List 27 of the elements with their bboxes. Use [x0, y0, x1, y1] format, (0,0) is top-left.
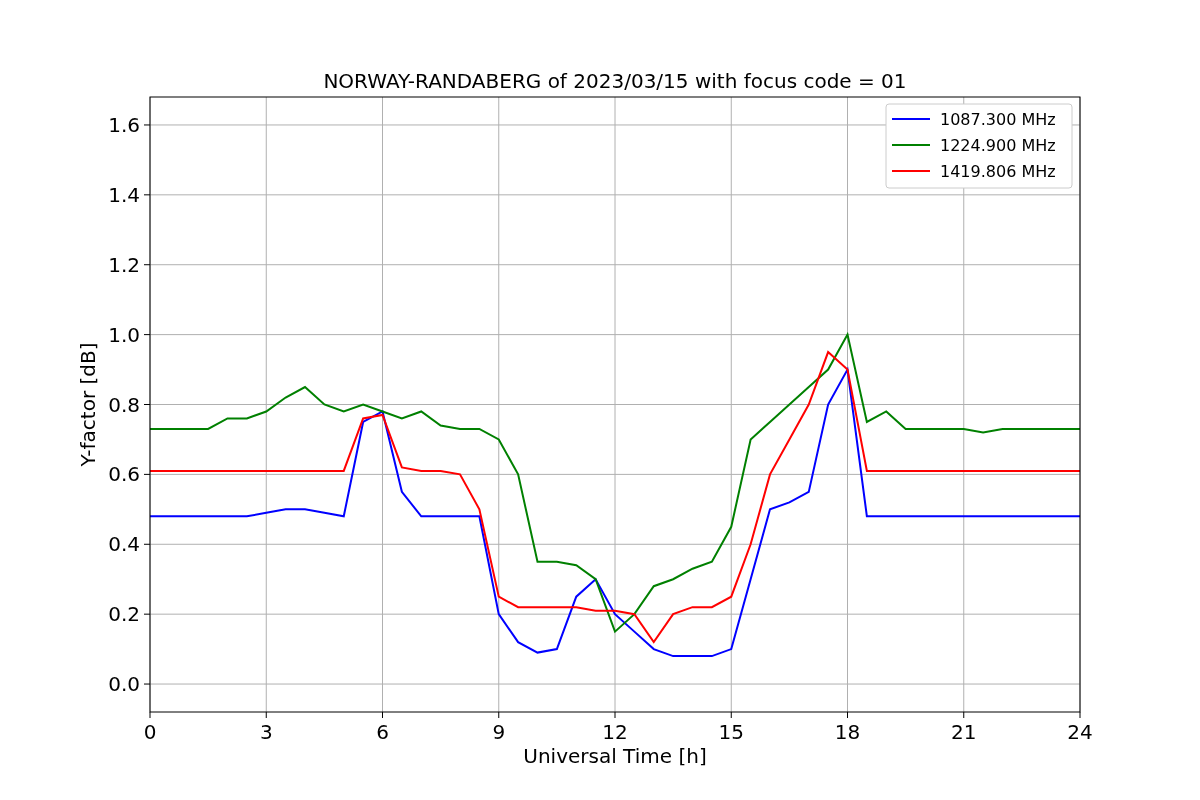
x-tick-label: 3 — [259, 720, 273, 744]
y-tick-label: 0.0 — [108, 672, 140, 697]
x-tick-label: 9 — [492, 720, 506, 744]
y-tick-label: 0.2 — [108, 602, 140, 627]
y-tick-label: 0.8 — [108, 392, 140, 417]
x-tick-label: 18 — [834, 720, 861, 744]
x-tick-label: 21 — [951, 720, 977, 744]
x-axis-label: Universal Time [h] — [523, 744, 707, 768]
legend-line — [891, 170, 931, 172]
chart-title: NORWAY-RANDABERG of 2023/03/15 with focus code = 01 — [323, 69, 907, 93]
x-tick-label: 24 — [1067, 720, 1093, 744]
y-tick-label: 0.6 — [108, 462, 140, 487]
legend-label: 1224.900 MHz — [940, 136, 1056, 155]
legend-label: 1419.806 MHz — [940, 162, 1056, 181]
y-tick-label: 0.4 — [108, 532, 140, 557]
y-axis-label: Y-factor [dB] — [76, 342, 100, 467]
y-tick-label: 1.6 — [108, 112, 140, 137]
x-tick-label: 15 — [718, 720, 744, 744]
legend-line — [891, 144, 931, 146]
x-tick-label: 6 — [376, 720, 389, 744]
x-tick-label: 0 — [143, 720, 157, 744]
y-tick-label: 1.4 — [108, 182, 140, 207]
x-tick-label: 12 — [602, 720, 628, 744]
legend-line — [891, 118, 931, 120]
y-tick-label: 1.0 — [108, 322, 140, 347]
legend-label: 1087.300 MHz — [940, 110, 1056, 129]
y-tick-label: 1.2 — [108, 252, 140, 277]
